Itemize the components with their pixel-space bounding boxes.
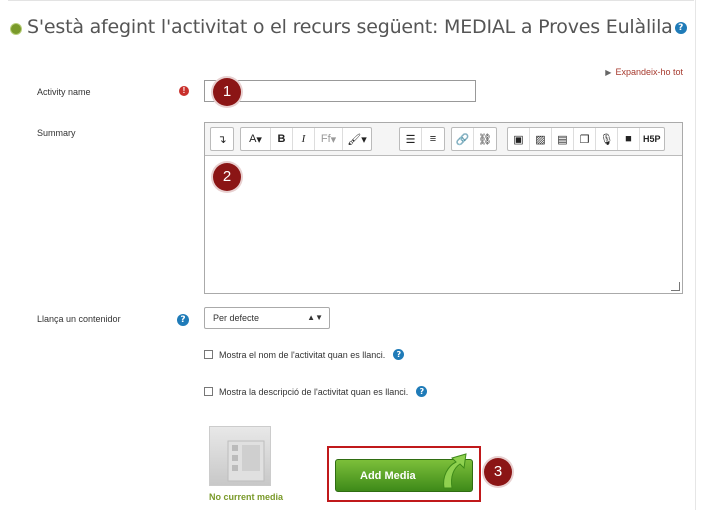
- media-icon[interactable]: ▤: [552, 128, 574, 150]
- image-icon[interactable]: ▨: [530, 128, 552, 150]
- page-title: S'està afegint l'activitat o el recurs s…: [27, 16, 687, 38]
- activity-status-dot-icon: [11, 24, 21, 34]
- toolbar-group-lists: ☰ ≡: [399, 127, 445, 151]
- show-name-checkbox[interactable]: [204, 350, 213, 359]
- show-description-checkbox[interactable]: [204, 387, 213, 396]
- launch-container-label: Llança un contenidor: [37, 314, 121, 324]
- text-style-button[interactable]: A ▾: [241, 128, 271, 150]
- help-icon[interactable]: ?: [674, 22, 687, 34]
- no-current-media-text: No current media: [209, 492, 284, 502]
- link-icon[interactable]: 🔗: [452, 128, 474, 150]
- media-placeholder-image: [209, 426, 271, 486]
- launch-container-select[interactable]: Per defecte ▲▼: [204, 307, 330, 329]
- step-badge-3: 3: [484, 458, 512, 486]
- required-icon: !: [179, 86, 189, 96]
- film-strip-icon: [227, 440, 265, 482]
- help-icon[interactable]: ?: [416, 386, 428, 397]
- summary-editor[interactable]: ↴ A ▾ B I Ff ▾ 🖌▾ ☰ ≡ 🔗 ⛓ ▣ ▨ ▤ ❐ 🎙 ■ H5P: [204, 122, 683, 294]
- unlink-icon[interactable]: ⛓: [474, 128, 496, 150]
- arrow-up-icon: [443, 453, 467, 489]
- expand-all-link[interactable]: ▶ Expandeix-ho tot: [605, 67, 683, 77]
- help-icon[interactable]: ?: [177, 314, 189, 326]
- activity-name-input[interactable]: [204, 80, 476, 102]
- activity-name-label: Activity name: [37, 87, 91, 97]
- select-caret-icon: ▲▼: [307, 313, 323, 322]
- microphone-icon[interactable]: 🎙: [596, 128, 618, 150]
- h5p-icon[interactable]: H5P: [640, 128, 664, 150]
- font-family-button[interactable]: Ff ▾: [315, 128, 343, 150]
- editor-toolbar: ↴ A ▾ B I Ff ▾ 🖌▾ ☰ ≡ 🔗 ⛓ ▣ ▨ ▤ ❐ 🎙 ■ H5P: [205, 123, 682, 156]
- show-name-row: Mostra el nom de l'activitat quan es lla…: [204, 349, 405, 360]
- show-name-label: Mostra el nom de l'activitat quan es lla…: [219, 349, 386, 360]
- toolbar-group-text: A ▾ B I Ff ▾ 🖌▾: [240, 127, 372, 151]
- paint-brush-icon[interactable]: 🖌▾: [343, 128, 371, 150]
- toolbar-group-insert: ▣ ▨ ▤ ❐ 🎙 ■ H5P: [507, 127, 665, 151]
- show-description-row: Mostra la descripció de l'activitat quan…: [204, 386, 428, 397]
- bold-button[interactable]: B: [271, 128, 293, 150]
- help-icon[interactable]: ?: [393, 349, 405, 360]
- top-divider: [8, 0, 694, 1]
- show-description-label: Mostra la descripció de l'activitat quan…: [219, 386, 409, 397]
- triangle-right-icon: ▶: [605, 68, 612, 77]
- italic-button[interactable]: I: [293, 128, 315, 150]
- numbered-list-icon[interactable]: ≡: [422, 128, 444, 150]
- toolbar-group-links: 🔗 ⛓: [451, 127, 497, 151]
- toolbar-group-collapse: ↴: [210, 127, 234, 151]
- content-right-border: [695, 0, 696, 510]
- word-icon[interactable]: ▣: [508, 128, 530, 150]
- resize-handle-icon[interactable]: [671, 282, 680, 291]
- bullet-list-icon[interactable]: ☰: [400, 128, 422, 150]
- step-badge-2: 2: [213, 163, 241, 191]
- summary-label: Summary: [37, 128, 76, 138]
- collapse-toolbar-icon[interactable]: ↴: [211, 128, 233, 150]
- video-icon[interactable]: ■: [618, 128, 640, 150]
- step-badge-1: 1: [213, 78, 241, 106]
- manage-files-icon[interactable]: ❐: [574, 128, 596, 150]
